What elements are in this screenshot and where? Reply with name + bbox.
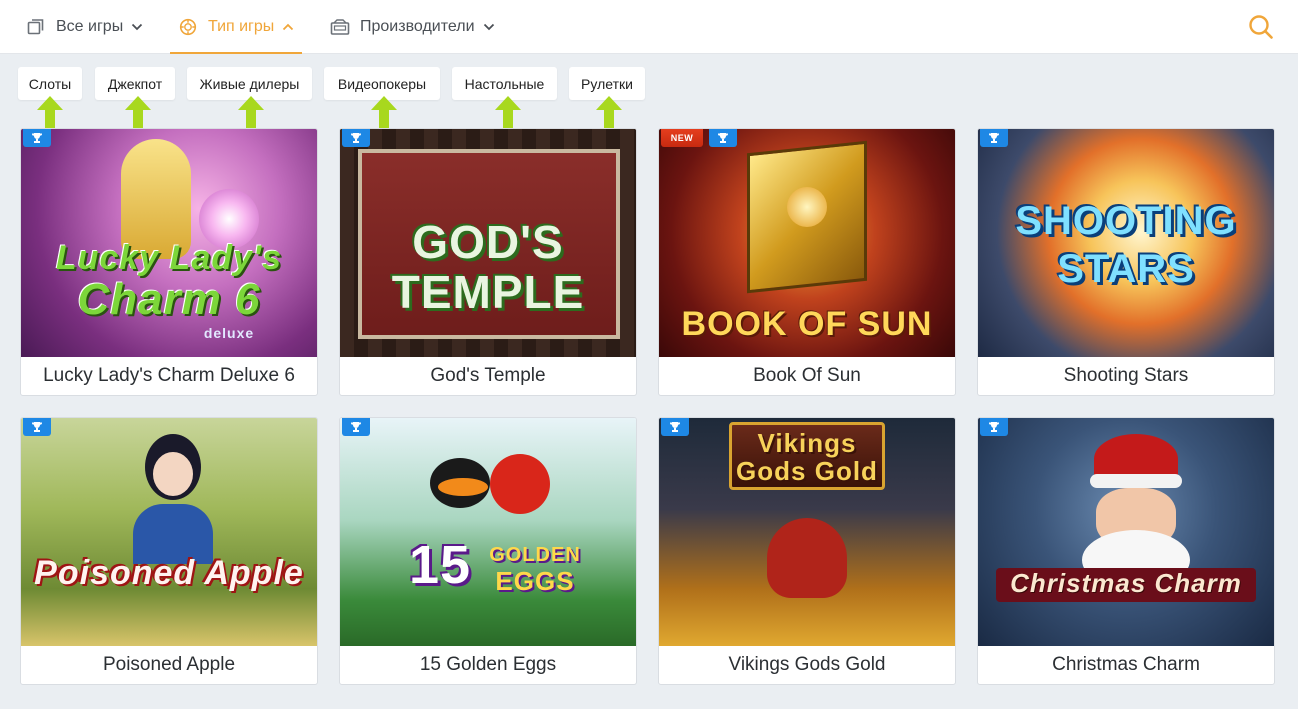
game-art-title: TEMPLE: [391, 266, 585, 318]
nav-providers-label: Производители: [360, 18, 475, 35]
trophy-icon: [342, 129, 370, 147]
game-title: Christmas Charm: [1052, 654, 1200, 675]
chevron-down-icon: [483, 21, 495, 33]
game-thumbnail: BOOK OF SUN: [659, 129, 955, 357]
game-art-title: Lucky Lady's: [55, 239, 283, 277]
chevron-up-icon: [282, 21, 294, 33]
game-art-title: GOD'S: [412, 216, 564, 268]
game-art-title: EGGS: [495, 566, 575, 596]
trophy-icon: [23, 418, 51, 436]
trophy-icon: [661, 418, 689, 436]
game-art-number: 15: [408, 535, 472, 595]
game-title: 15 Golden Eggs: [419, 654, 557, 675]
up-arrow-icon: [495, 96, 521, 128]
game-card-gods-temple[interactable]: GOD'S TEMPLE God's Temple: [339, 128, 637, 396]
trophy-icon: [23, 129, 51, 147]
trophy-icon: [980, 129, 1008, 147]
game-title: Shooting Stars: [1063, 365, 1189, 386]
nav-all-games-label: Все игры: [56, 18, 124, 35]
up-arrow-icon: [37, 96, 63, 128]
game-art-title: SHOOTING: [1015, 199, 1237, 243]
chip-icon: [178, 17, 198, 37]
game-art-title: Vikings: [757, 428, 857, 458]
game-thumbnail: Poisoned Apple: [21, 418, 317, 646]
game-card-book-of-sun[interactable]: BOOK OF SUN NEW Book Of Sun: [658, 128, 956, 396]
game-thumbnail: SHOOTING STARS: [978, 129, 1274, 357]
game-title: Book Of Sun: [753, 365, 861, 386]
slot-machine-icon: [330, 17, 350, 37]
game-title: God's Temple: [430, 365, 546, 386]
new-badge: NEW: [661, 129, 703, 147]
game-card-vikings-gods-gold[interactable]: Vikings Gods Gold Vikings Gods Gold: [658, 417, 956, 685]
nav-game-type-label: Тип игры: [208, 18, 275, 35]
game-card-christmas-charm[interactable]: Christmas Charm Christmas Charm: [977, 417, 1275, 685]
game-thumbnail: GOD'S TEMPLE: [340, 129, 636, 357]
game-art-title: BOOK OF SUN: [681, 305, 933, 343]
game-title: Poisoned Apple: [102, 654, 236, 675]
trophy-icon: [980, 418, 1008, 436]
game-card-lucky-ladys-charm[interactable]: Lucky Lady's Charm 6 deluxe Lucky Lady's…: [20, 128, 318, 396]
game-thumbnail: Christmas Charm: [978, 418, 1274, 646]
game-art-title: Gods Gold: [736, 456, 878, 486]
cards-stack-icon: [26, 17, 46, 37]
trophy-icon: [709, 129, 737, 147]
game-thumbnail: Lucky Lady's Charm 6 deluxe: [21, 129, 317, 357]
game-art-title: Christmas Charm: [1010, 568, 1242, 598]
game-title: Lucky Lady's Charm Deluxe 6: [43, 365, 295, 386]
game-thumbnail: Vikings Gods Gold: [659, 418, 955, 646]
up-arrow-icon: [238, 96, 264, 128]
game-art-title: Poisoned Apple: [34, 554, 304, 592]
game-card-15-golden-eggs[interactable]: 15 GOLDEN EGGS 15 Golden Eggs: [339, 417, 637, 685]
game-art-title: GOLDEN: [489, 544, 581, 566]
game-card-poisoned-apple[interactable]: Poisoned Apple Poisoned Apple: [20, 417, 318, 685]
game-art-title: STARS: [1057, 247, 1195, 291]
nav-providers[interactable]: Производители: [330, 0, 495, 54]
nav-all-games[interactable]: Все игры: [26, 0, 143, 54]
chevron-down-icon: [131, 21, 143, 33]
trophy-icon: [342, 418, 370, 436]
game-thumbnail: 15 GOLDEN EGGS: [340, 418, 636, 646]
game-art-subtitle: deluxe: [203, 325, 255, 341]
up-arrow-icon: [371, 96, 397, 128]
search-icon[interactable]: [1248, 14, 1274, 40]
top-navigation: Все игры Тип игры Производители: [0, 0, 1298, 54]
up-arrow-icon: [125, 96, 151, 128]
nav-game-type[interactable]: Тип игры: [169, 0, 303, 54]
up-arrow-icon: [596, 96, 622, 128]
game-title: Vikings Gods Gold: [728, 654, 886, 675]
game-art-title: Charm 6: [77, 275, 261, 324]
game-card-shooting-stars[interactable]: SHOOTING STARS Shooting Stars: [977, 128, 1275, 396]
